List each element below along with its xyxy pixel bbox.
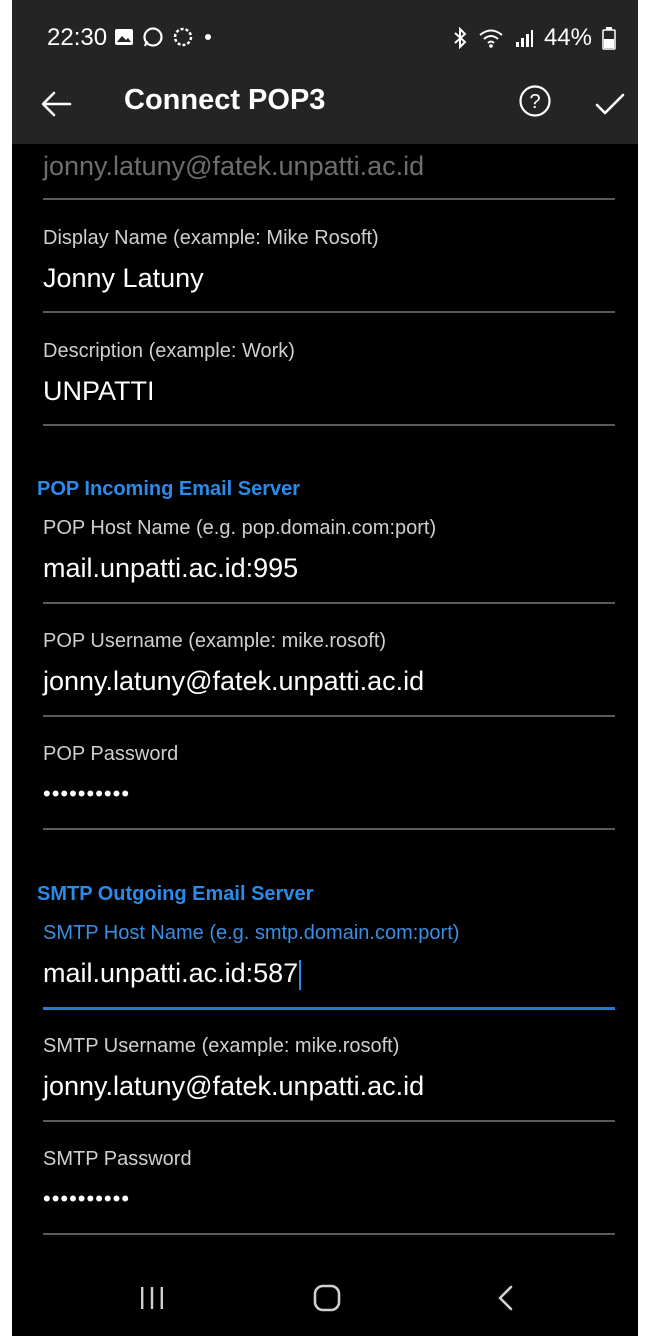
whatsapp-icon (143, 27, 163, 47)
field-underline (43, 828, 615, 830)
bluetooth-icon (454, 27, 467, 49)
system-back-button[interactable] (486, 1278, 526, 1318)
sync-icon (173, 27, 193, 47)
pop-password-label: POP Password (43, 743, 179, 765)
status-time: 22:30 (47, 24, 108, 51)
field-underline (43, 424, 615, 426)
confirm-button[interactable] (592, 86, 628, 122)
smtp-section-header: SMTP Outgoing Email Server (37, 883, 314, 905)
help-button[interactable]: ? (518, 84, 552, 118)
description-value: UNPATTI (43, 376, 155, 406)
battery-icon (602, 27, 616, 50)
wifi-icon (479, 29, 503, 48)
field-underline (43, 311, 615, 313)
pop-username-field[interactable]: POP Username (example: mike.rosoft) jonn… (43, 627, 615, 717)
svg-text:?: ? (529, 91, 540, 113)
display-name-value: Jonny Latuny (43, 263, 204, 293)
recents-button[interactable] (132, 1278, 172, 1318)
smtp-username-label: SMTP Username (example: mike.rosoft) (43, 1035, 400, 1057)
page-title: Connect POP3 (124, 84, 326, 116)
email-field[interactable]: jonny.latuny@fatek.unpatti.ac.id (43, 144, 615, 200)
arrow-left-icon (41, 91, 72, 117)
smtp-password-field[interactable]: SMTP Password •••••••••• (43, 1145, 615, 1235)
dot-icon (205, 34, 211, 40)
smtp-username-field[interactable]: SMTP Username (example: mike.rosoft) jon… (43, 1032, 615, 1122)
field-underline (43, 602, 615, 604)
email-value: jonny.latuny@fatek.unpatti.ac.id (43, 151, 425, 181)
field-underline (43, 198, 615, 200)
pop-host-label: POP Host Name (e.g. pop.domain.com:port) (43, 517, 437, 539)
smtp-host-label: SMTP Host Name (e.g. smtp.domain.com:por… (43, 922, 460, 944)
check-icon (595, 93, 625, 115)
smtp-username-value: jonny.latuny@fatek.unpatti.ac.id (43, 1071, 425, 1101)
home-icon (313, 1284, 341, 1312)
pop-host-value: mail.unpatti.ac.id:995 (43, 553, 299, 583)
pop-username-label: POP Username (example: mike.rosoft) (43, 630, 387, 652)
smtp-host-value: mail.unpatti.ac.id:587 (43, 958, 299, 988)
recents-icon (141, 1287, 163, 1309)
smtp-password-value: •••••••••• (43, 1186, 131, 1211)
pop-username-value: jonny.latuny@fatek.unpatti.ac.id (43, 666, 425, 696)
status-right: 44% (452, 24, 616, 52)
app-bar: Connect POP3 ? (12, 64, 638, 144)
signal-icon (515, 30, 533, 47)
field-underline (43, 715, 615, 717)
field-underline-active (43, 1007, 615, 1010)
navigation-bar (12, 1254, 638, 1336)
display-name-label: Display Name (example: Mike Rosoft) (43, 227, 379, 249)
display-name-field[interactable]: Display Name (example: Mike Rosoft) Jonn… (43, 224, 615, 313)
phone-screen: 22:30 44% Connect POP3 ? jonny.latuny@fa… (12, 0, 638, 1336)
home-button[interactable] (307, 1278, 347, 1318)
pop-password-value: •••••••••• (43, 781, 131, 806)
description-field[interactable]: Description (example: Work) UNPATTI (43, 337, 615, 426)
back-icon (498, 1285, 513, 1311)
smtp-password-label: SMTP Password (43, 1148, 192, 1170)
status-bar: 22:30 44% (12, 0, 638, 64)
smtp-host-field[interactable]: SMTP Host Name (e.g. smtp.domain.com:por… (43, 919, 615, 1010)
smtp-host-input[interactable]: mail.unpatti.ac.id:587 (43, 955, 615, 991)
pop-host-field[interactable]: POP Host Name (e.g. pop.domain.com:port)… (43, 514, 615, 604)
form-content: jonny.latuny@fatek.unpatti.ac.id Display… (12, 144, 638, 1254)
back-button[interactable] (38, 84, 78, 124)
pop-password-field[interactable]: POP Password •••••••••• (43, 740, 615, 830)
field-underline (43, 1120, 615, 1122)
help-circle-icon: ? (519, 85, 551, 117)
description-label: Description (example: Work) (43, 340, 295, 362)
notification-icons (114, 26, 214, 48)
battery-percent: 44% (543, 24, 592, 51)
field-underline (43, 1233, 615, 1235)
gallery-icon (115, 29, 133, 45)
pop-section-header: POP Incoming Email Server (37, 478, 301, 500)
text-caret (299, 959, 302, 990)
